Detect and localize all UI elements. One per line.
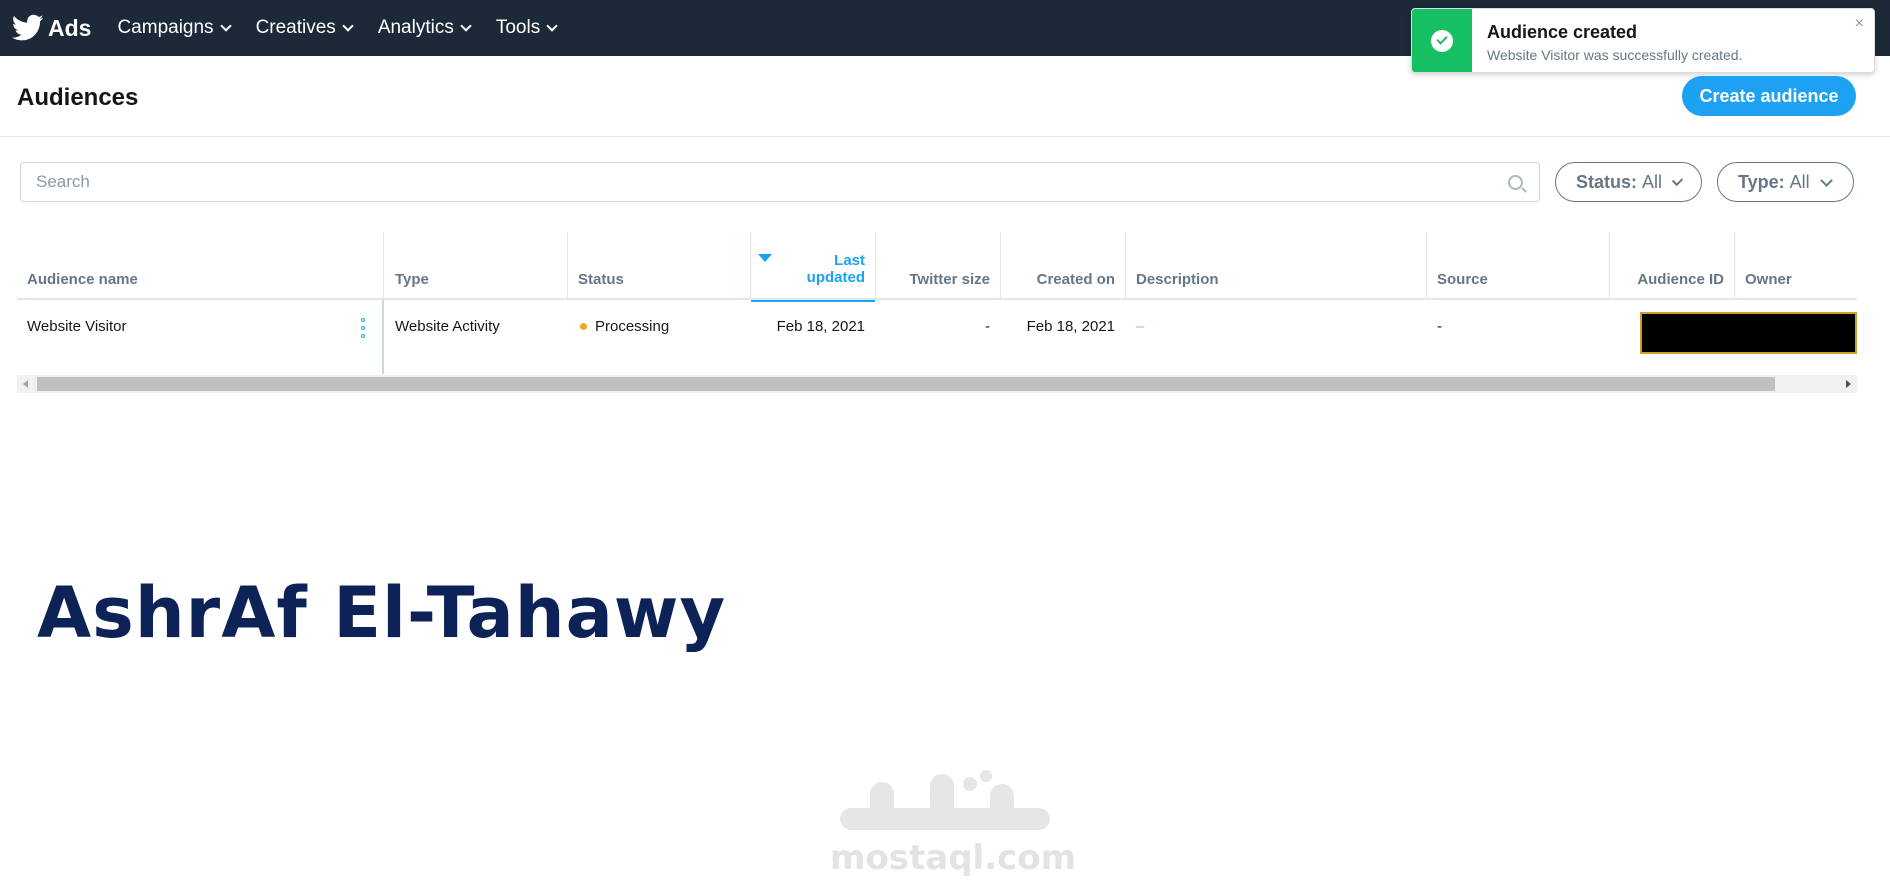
- nav-creatives-label: Creatives: [255, 17, 336, 38]
- chevron-down-icon: [219, 20, 232, 32]
- cell-source: -: [1437, 318, 1442, 335]
- create-audience-button[interactable]: Create audience: [1682, 76, 1856, 116]
- cell-type: Website Activity: [395, 318, 500, 335]
- column-divider: [1426, 232, 1427, 300]
- column-divider: [1734, 232, 1735, 300]
- status-filter-dropdown[interactable]: Status: All: [1555, 162, 1702, 202]
- col-twitter-size[interactable]: Twitter size: [876, 232, 1000, 300]
- cell-audience-name[interactable]: Website Visitor: [27, 300, 347, 374]
- cell-description: –: [1136, 318, 1145, 335]
- sort-desc-icon: [758, 254, 772, 262]
- col-created-on[interactable]: Created on: [1001, 232, 1125, 300]
- type-filter-label: Type:: [1738, 171, 1785, 192]
- search-box: [20, 162, 1540, 202]
- status-dot-icon: [580, 323, 587, 330]
- scroll-left-icon[interactable]: [23, 380, 28, 388]
- col-status[interactable]: Status: [578, 232, 748, 300]
- chevron-down-icon: [460, 20, 472, 32]
- col-source[interactable]: Source: [1437, 232, 1607, 300]
- status-text: Processing: [595, 318, 670, 335]
- cell-created-on: Feb 18, 2021: [1026, 318, 1115, 335]
- col-last-updated-line2: updated: [806, 269, 865, 286]
- frozen-column-divider: [382, 300, 384, 374]
- col-description[interactable]: Description: [1136, 232, 1426, 300]
- nav-analytics-label: Analytics: [377, 17, 454, 38]
- nav-campaigns-label: Campaigns: [117, 17, 214, 38]
- col-audience-id[interactable]: Audience ID: [1610, 232, 1734, 300]
- toast-title: Audience created: [1487, 22, 1638, 42]
- nav-tools-label: Tools: [495, 17, 541, 38]
- type-filter-dropdown[interactable]: Type: All: [1717, 162, 1854, 202]
- col-last-updated[interactable]: Last updated: [751, 232, 875, 302]
- chevron-down-icon: [1671, 174, 1684, 186]
- twitter-bird-icon: [12, 14, 44, 41]
- scroll-right-icon[interactable]: [1846, 380, 1851, 388]
- col-type[interactable]: Type: [395, 232, 565, 300]
- status-filter-label: Status:: [1576, 171, 1638, 192]
- close-icon[interactable]: ×: [1855, 15, 1864, 33]
- col-owner[interactable]: Owner: [1745, 232, 1855, 300]
- scrollbar-thumb[interactable]: [37, 377, 1775, 391]
- nav-campaigns[interactable]: Campaigns: [117, 17, 232, 39]
- col-audience-name[interactable]: Audience name: [27, 232, 367, 300]
- search-input[interactable]: [21, 163, 1539, 201]
- more-options-icon[interactable]: [360, 318, 366, 338]
- check-circle-icon: [1431, 29, 1453, 52]
- author-overlay-text: AshrAf El-Tahawy: [37, 572, 727, 654]
- nav-menu: Campaigns Creatives Analytics Tools: [117, 17, 582, 39]
- brand-label: Ads: [48, 14, 92, 41]
- column-divider: [1125, 232, 1126, 300]
- cell-status: Processing: [580, 300, 750, 374]
- table-header: Audience name Type Status Last updated T…: [17, 232, 1857, 302]
- status-filter-value: All: [1642, 171, 1663, 192]
- search-icon: [1508, 175, 1523, 190]
- page-title: Audiences: [17, 84, 139, 111]
- nav-creatives[interactable]: Creatives: [255, 17, 354, 39]
- column-divider: [383, 232, 384, 300]
- redacted-block: [1640, 312, 1857, 354]
- type-filter-value: All: [1789, 171, 1810, 192]
- column-divider: [567, 232, 568, 300]
- watermark-text: mostaql.com: [830, 838, 1077, 878]
- nav-analytics[interactable]: Analytics: [377, 17, 472, 39]
- cell-last-updated: Feb 18, 2021: [776, 318, 865, 335]
- mostaql-logo-icon: [840, 770, 1050, 830]
- horizontal-scrollbar[interactable]: [17, 375, 1857, 393]
- chevron-down-icon: [546, 20, 558, 32]
- col-last-updated-line1: Last: [834, 252, 865, 269]
- audiences-table: Audience name Type Status Last updated T…: [17, 232, 1857, 374]
- nav-tools[interactable]: Tools: [495, 17, 558, 39]
- ads-home-link[interactable]: Ads: [12, 14, 91, 42]
- chevron-down-icon: [1819, 173, 1833, 187]
- page-header: Audiences Create audience: [0, 56, 1890, 137]
- chevron-down-icon: [342, 20, 354, 32]
- table-row[interactable]: Website Visitor Website Activity Process…: [17, 300, 1857, 374]
- cell-twitter-size: -: [985, 318, 990, 335]
